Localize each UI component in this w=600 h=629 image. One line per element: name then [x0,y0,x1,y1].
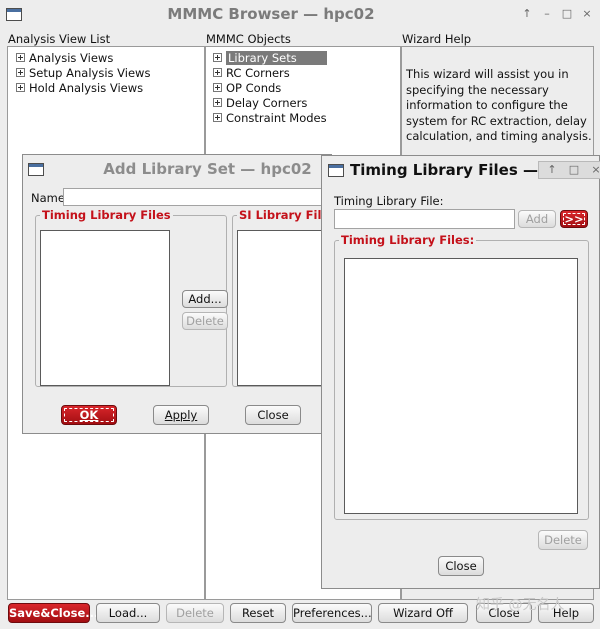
timing-library-file-field[interactable] [334,209,515,229]
close-button[interactable]: Close [438,556,484,576]
name-field[interactable] [63,188,333,206]
timing-library-file-label: Timing Library File: [334,194,444,208]
close-button[interactable]: Close [245,405,301,425]
timing-library-files-dialog: Timing Library Files — ↑ □ × Timing Libr… [321,155,600,589]
tree-item-label: Delay Corners [226,95,308,110]
tree-item-label: Setup Analysis Views [29,65,151,80]
tree-item-label: Analysis Views [29,50,114,65]
timing-library-files-list[interactable] [344,258,578,514]
window-menu-icon[interactable] [6,7,22,21]
expand-icon[interactable] [213,53,222,62]
save-close-button[interactable]: Save&Close... [8,603,98,623]
expand-icon[interactable] [213,113,222,122]
expand-icon[interactable] [16,83,25,92]
expand-icon[interactable] [213,83,222,92]
close-icon[interactable]: × [589,163,600,177]
tree-item-label: OP Conds [226,80,282,95]
timing-library-files-group: Timing Library Files: [334,233,589,520]
add-lib-title: Add Library Set — hpc02 [103,160,312,178]
expand-icon[interactable] [213,68,222,77]
timing-lib-title: Timing Library Files — [350,161,538,179]
preferences-button[interactable]: Preferences... [292,603,372,623]
timing-library-files-title: Timing Library Files: [339,233,477,247]
timing-library-files-title: Timing Library Files [40,208,173,222]
analysis-view-list-header: Analysis View List [8,32,111,46]
wizard-off-button[interactable]: Wizard Off [378,603,468,623]
tree-item-label: RC Corners [226,65,290,80]
maximize-icon[interactable]: □ [560,7,574,21]
tree-item-label: Hold Analysis Views [29,80,144,95]
ok-button[interactable]: OK [61,405,117,425]
add-button[interactable]: Add [518,210,556,228]
raise-icon[interactable]: ↑ [520,7,534,21]
tree-item-label: Library Sets [226,50,327,65]
raise-icon[interactable]: ↑ [545,163,559,177]
browse-arrow-button[interactable]: >> [560,210,588,228]
expand-icon[interactable] [16,68,25,77]
tree-item-setup-analysis-views[interactable]: Setup Analysis Views [16,65,150,80]
main-window-title: MMMC Browser — hpc02 [167,5,375,23]
wizard-help-text: This wizard will assist you in specifyin… [406,67,592,143]
tree-item-op-conds[interactable]: OP Conds [213,80,281,95]
tree-item-library-sets[interactable]: Library Sets [213,50,327,65]
main-titlebar[interactable]: MMMC Browser — hpc02 ↑ – □ × [0,0,600,28]
delete-button[interactable]: Delete [182,312,228,330]
expand-icon[interactable] [213,98,222,107]
close-icon[interactable]: × [580,7,594,21]
add-library-set-dialog: Add Library Set — hpc02 Name: Timing Lib… [22,154,342,434]
timing-library-files-group: Timing Library Files Add... Delete [35,208,228,387]
tree-item-label: Constraint Modes [226,110,327,125]
tree-item-hold-analysis-views[interactable]: Hold Analysis Views [16,80,143,95]
add-lib-titlebar[interactable]: Add Library Set — hpc02 [23,155,331,183]
tree-item-rc-corners[interactable]: RC Corners [213,65,290,80]
window-menu-icon[interactable] [328,163,344,177]
tree-item-constraint-modes[interactable]: Constraint Modes [213,110,327,125]
delete-button[interactable]: Delete [538,530,588,550]
window-menu-icon[interactable] [28,162,44,176]
mmmc-objects-header: MMMC Objects [206,32,291,46]
timing-lib-titlebar[interactable]: Timing Library Files — ↑ □ × [322,156,600,184]
delete-button[interactable]: Delete [166,603,224,623]
load-button[interactable]: Load... [96,603,160,623]
tree-item-analysis-views[interactable]: Analysis Views [16,50,113,65]
timing-library-list[interactable] [40,230,170,386]
add-button[interactable]: Add... [182,290,228,308]
tree-item-delay-corners[interactable]: Delay Corners [213,95,307,110]
watermark: 知乎 @无名人 [476,597,565,613]
maximize-icon[interactable]: □ [567,163,581,177]
wizard-help-header: Wizard Help [402,32,472,46]
reset-button[interactable]: Reset [230,603,286,623]
expand-icon[interactable] [16,53,25,62]
apply-button[interactable]: Apply [153,405,209,425]
minimize-icon[interactable]: – [540,7,554,21]
